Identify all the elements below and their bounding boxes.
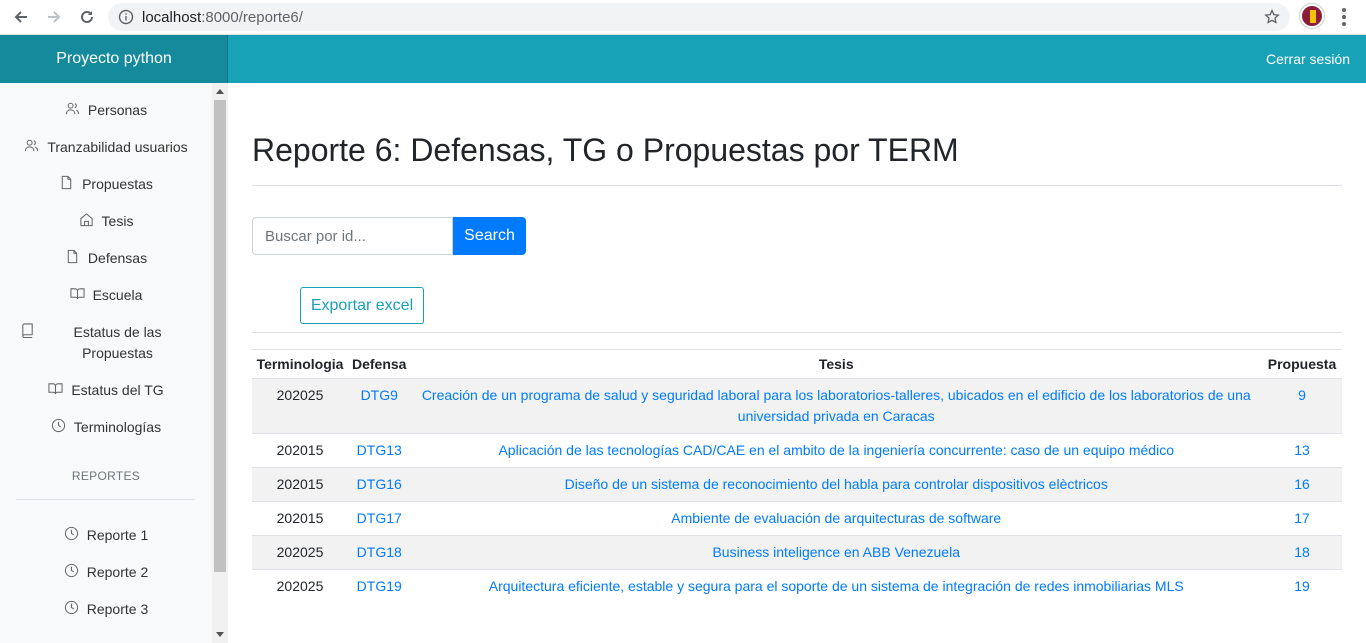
- brand[interactable]: Proyecto python: [0, 35, 228, 83]
- defensa-link[interactable]: DTG17: [357, 510, 402, 526]
- tesis-link[interactable]: Business inteligence en ABB Venezuela: [712, 544, 960, 560]
- sidebar-item-label: Escuela: [92, 287, 143, 303]
- clock-icon: [64, 526, 78, 541]
- column-header-propuesta: Propuesta: [1262, 349, 1342, 379]
- search-button[interactable]: Search: [453, 217, 526, 255]
- file-icon: [61, 175, 72, 190]
- defensa-link[interactable]: DTG19: [357, 578, 402, 594]
- sidebar-item-reporte-1[interactable]: Reporte 1: [0, 525, 212, 546]
- sidebar-item-tesis[interactable]: Tesis: [0, 211, 212, 232]
- table-row: 202015 DTG16 Diseño de un sistema de rec…: [252, 467, 1342, 502]
- sidebar-item-terminologias[interactable]: Terminologías: [0, 417, 212, 438]
- sidebar-item-label: Terminologías: [73, 419, 162, 435]
- book-icon: [22, 323, 33, 338]
- sidebar-item-tranzabilidad[interactable]: Tranzabilidad usuarios: [0, 137, 212, 158]
- report-table: Terminologia Defensa Tesis Propuesta 202…: [252, 349, 1342, 603]
- scroll-down-icon[interactable]: [216, 632, 224, 637]
- table-row: 202015 DTG13 Aplicación de las tecnologí…: [252, 433, 1342, 468]
- sidebar-item-label: Tesis: [101, 213, 134, 229]
- title-divider: [252, 185, 1342, 186]
- tesis-link[interactable]: Creación de un programa de salud y segur…: [422, 387, 1251, 424]
- sidebar-item-personas[interactable]: Personas: [0, 100, 212, 121]
- url-text: localhost:8000/reporte6/: [142, 8, 303, 26]
- propuesta-link[interactable]: 17: [1294, 510, 1310, 526]
- sidebar-item-label: Propuestas: [82, 176, 153, 192]
- sidebar-item-label: Estatus del TG: [71, 382, 164, 398]
- propuesta-link[interactable]: 19: [1294, 578, 1310, 594]
- profile-avatar[interactable]: [1300, 4, 1324, 28]
- table-row: 202025 DTG18 Business inteligence en ABB…: [252, 535, 1342, 570]
- cell-terminologia: 202015: [252, 467, 348, 502]
- sidebar-item-reporte-2[interactable]: Reporte 2: [0, 562, 212, 583]
- clock-icon: [64, 563, 78, 578]
- defensa-link[interactable]: DTG13: [357, 442, 402, 458]
- tesis-link[interactable]: Aplicación de las tecnologías CAD/CAE en…: [498, 442, 1174, 458]
- scroll-thumb[interactable]: [214, 100, 226, 572]
- table-row: 202025 DTG9 Creación de un programa de s…: [252, 378, 1342, 434]
- sidebar-item-estatus-tg[interactable]: Estatus del TG: [0, 380, 212, 401]
- browser-menu-icon[interactable]: [1338, 8, 1350, 26]
- users-icon: [65, 102, 80, 115]
- propuesta-link[interactable]: 13: [1294, 442, 1310, 458]
- cell-terminologia: 202015: [252, 501, 348, 536]
- table-divider: [252, 332, 1342, 333]
- sidebar-item-label: Tranzabilidad usuarios: [47, 139, 188, 155]
- sidebar-item-estatus-propuestas[interactable]: Estatus de las Propuestas: [20, 322, 192, 364]
- browser-toolbar: localhost:8000/reporte6/: [0, 0, 1366, 35]
- logout-link[interactable]: Cerrar sesión: [1266, 35, 1350, 83]
- scroll-up-icon[interactable]: [216, 89, 224, 94]
- clock-icon: [64, 600, 78, 615]
- propuesta-link[interactable]: 16: [1294, 476, 1310, 492]
- sidebar-item-reporte-3[interactable]: Reporte 3: [0, 599, 212, 620]
- info-icon[interactable]: [118, 9, 134, 25]
- sidebar-item-label: Reporte 1: [86, 527, 149, 543]
- tesis-link[interactable]: Diseño de un sistema de reconocimiento d…: [565, 476, 1108, 492]
- sidebar-divider: [16, 499, 195, 500]
- reload-icon[interactable]: [75, 5, 99, 29]
- sidebar-scrollbar[interactable]: [212, 83, 228, 643]
- cell-terminologia: 202025: [252, 569, 348, 603]
- back-icon[interactable]: [9, 5, 33, 29]
- sidebar-item-label: Defensas: [87, 250, 148, 266]
- home-icon: [79, 213, 93, 227]
- propuesta-link[interactable]: 9: [1298, 387, 1306, 403]
- tesis-link[interactable]: Arquitectura eficiente, estable y segura…: [489, 578, 1184, 594]
- clock-icon: [51, 418, 66, 433]
- users-icon: [25, 139, 39, 152]
- column-header-terminologia: Terminologia: [252, 349, 348, 379]
- star-icon[interactable]: [1264, 9, 1280, 25]
- sidebar-item-label: Estatus de las Propuestas: [73, 324, 162, 361]
- cell-terminologia: 202015: [252, 433, 348, 468]
- sidebar-item-label: Reporte 3: [86, 601, 149, 617]
- sidebar-item-escuela[interactable]: Escuela: [0, 285, 212, 306]
- top-navbar: Proyecto python Cerrar sesión: [0, 35, 1366, 83]
- propuesta-link[interactable]: 18: [1294, 544, 1310, 560]
- main-content: Reporte 6: Defensas, TG o Propuestas por…: [252, 83, 1342, 643]
- defensa-link[interactable]: DTG16: [357, 476, 402, 492]
- table-row: 202025 DTG19 Arquitectura eficiente, est…: [252, 569, 1342, 603]
- forward-icon[interactable]: [42, 5, 66, 29]
- sidebar-item-defensas[interactable]: Defensas: [0, 248, 212, 269]
- tesis-link[interactable]: Ambiente de evaluación de arquitecturas …: [671, 510, 1001, 526]
- file-icon: [67, 249, 78, 264]
- table-header-row: Terminologia Defensa Tesis Propuesta: [252, 349, 1342, 379]
- cell-terminologia: 202025: [252, 535, 348, 570]
- export-excel-button[interactable]: Exportar excel: [300, 287, 424, 324]
- column-header-tesis: Tesis: [410, 349, 1262, 379]
- book-open-icon: [70, 288, 85, 300]
- defensa-link[interactable]: DTG9: [361, 387, 398, 403]
- sidebar-item-label: Personas: [87, 102, 148, 118]
- address-bar[interactable]: localhost:8000/reporte6/: [108, 3, 1290, 31]
- column-header-defensa: Defensa: [348, 349, 411, 379]
- cell-terminologia: 202025: [252, 378, 348, 434]
- table-row: 202015 DTG17 Ambiente de evaluación de a…: [252, 501, 1342, 536]
- search-input[interactable]: [252, 217, 453, 255]
- sidebar-item-label: Reporte 2: [86, 564, 149, 580]
- reports-heading: REPORTES: [71, 469, 141, 483]
- sidebar: Personas Tranzabilidad usuarios Propuest…: [0, 83, 228, 643]
- defensa-link[interactable]: DTG18: [357, 544, 402, 560]
- book-open-icon: [48, 383, 63, 395]
- sidebar-item-propuestas[interactable]: Propuestas: [0, 174, 212, 195]
- page-title: Reporte 6: Defensas, TG o Propuestas por…: [252, 132, 959, 168]
